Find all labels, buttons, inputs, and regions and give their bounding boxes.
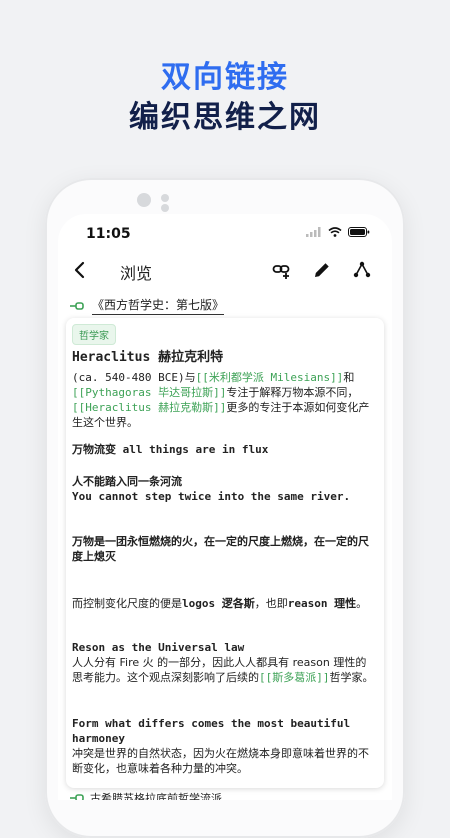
note-card: 哲学家 Heraclitus 赫拉克利特 (ca. 540-480 BCE)与[… xyxy=(66,318,384,788)
battery-icon xyxy=(348,227,370,237)
logos-term: logos 逻各斯 xyxy=(182,597,255,610)
signal-icon xyxy=(306,227,321,237)
reason-heading: Reson as the Universal law xyxy=(72,641,245,654)
intro-text: (ca. 540-480 BCE)与 xyxy=(72,371,196,384)
reason-paragraph: 人人分有 Fire 火 的一部分，因此人人都具有 reason 理性的思考能力。… xyxy=(72,655,376,685)
river-en: You cannot step twice into the same rive… xyxy=(72,490,351,503)
page-title: 浏览 xyxy=(120,264,153,283)
intro-text: 和 xyxy=(343,371,355,384)
logos-text: ，也即 xyxy=(254,597,288,610)
wikilink-pythagoras[interactable]: [[Pythagoras 毕达哥拉斯]] xyxy=(72,386,226,399)
camera-icon xyxy=(137,193,151,207)
flux-line: 万物流变 all things are in flux xyxy=(72,443,269,456)
next-note-link[interactable]: 古希腊苏格拉底前哲学流派 xyxy=(70,790,222,800)
note-heading: Heraclitus 赫拉克利特 xyxy=(72,350,224,365)
logos-paragraph: 而控制变化尺度的便是logos 逻各斯，也即reason 理性。 xyxy=(72,596,376,611)
back-arrow-icon[interactable] xyxy=(70,260,90,280)
wikilink-milesians[interactable]: [[米利都学派 Milesians]] xyxy=(196,371,344,384)
wifi-icon xyxy=(328,227,342,237)
breadcrumb[interactable]: 《西方哲学史：第七版》 xyxy=(70,296,225,315)
wikilink-stoics[interactable]: [[斯多葛派]] xyxy=(259,671,330,684)
next-note-label[interactable]: 古希腊苏格拉底前哲学流派 xyxy=(90,790,222,800)
link-icon xyxy=(70,301,84,310)
category-badge[interactable]: 哲学家 xyxy=(72,324,116,345)
promo-subheadline: 编织思维之网 xyxy=(129,100,321,135)
sensor-icon xyxy=(161,194,169,202)
link-add-icon[interactable] xyxy=(272,260,292,280)
sensor-icon xyxy=(161,204,169,212)
app-bar: 浏览 xyxy=(58,254,392,290)
reason-term: reason 理性 xyxy=(287,597,357,610)
promo-headline: 双向链接 xyxy=(161,60,289,95)
phone-screen: 11:05 浏览 《西方哲学史：第七版》 哲学家 Heraclitus 赫拉克利… xyxy=(58,214,392,800)
reason-text: 哲学家。 xyxy=(329,671,374,684)
status-bar: 11:05 xyxy=(58,214,392,254)
graph-share-icon[interactable] xyxy=(352,260,372,280)
logos-text: 而控制变化尺度的便是 xyxy=(72,597,182,610)
status-time: 11:05 xyxy=(86,226,131,242)
intro-text: 专注于解释万物本源不同， xyxy=(226,386,359,399)
edit-pencil-icon[interactable] xyxy=(312,260,332,280)
intro-paragraph: (ca. 540-480 BCE)与[[米利都学派 Milesians]]和 [[… xyxy=(72,370,376,430)
wikilink-heraclitus[interactable]: [[Heraclitus 赫拉克勒斯]] xyxy=(72,401,226,414)
fire-line: 万物是一团永恒燃烧的火，在一定的尺度上燃烧，在一定的尺度上熄灭 xyxy=(72,535,369,563)
form-heading: Form what differs comes the most beautif… xyxy=(72,717,351,745)
book-link[interactable]: 《西方哲学史：第七版》 xyxy=(92,296,225,315)
form-paragraph: 冲突是世界的自然状态，因为火在燃烧本身即意味着世界的不断变化，也意味着各种力量的… xyxy=(72,747,369,775)
river-cn: 人不能踏入同一条河流 xyxy=(72,475,182,488)
logos-text: 。 xyxy=(356,597,368,610)
link-icon xyxy=(70,794,84,800)
